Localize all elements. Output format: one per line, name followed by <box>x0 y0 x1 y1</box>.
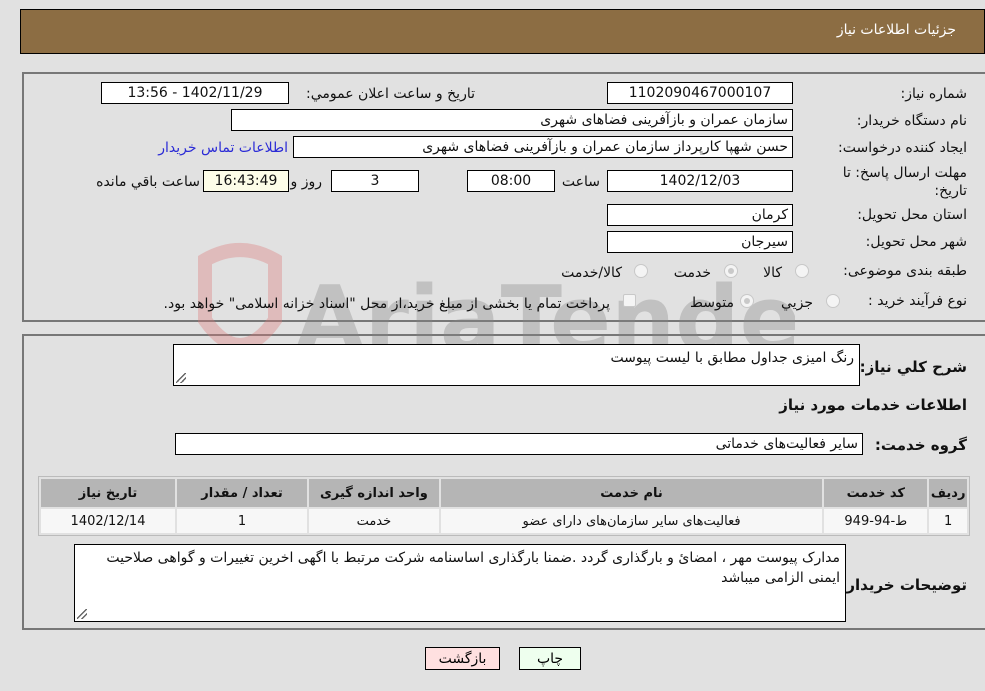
cell-quantity: 1 <box>177 509 307 533</box>
service-group-field[interactable]: سایر فعالیت‌های خدماتی <box>175 433 863 455</box>
description-text: رنگ امیزی جداول مطابق با لیست پیوست <box>610 350 854 366</box>
category-radio-service[interactable] <box>724 264 738 278</box>
process-option-medium: متوسط <box>690 295 734 311</box>
description-textarea[interactable]: رنگ امیزی جداول مطابق با لیست پیوست <box>173 344 860 386</box>
category-option-goods-service: کالا/خدمت <box>561 265 622 281</box>
category-radio-goods[interactable] <box>795 264 809 278</box>
page-header: جزئیات اطلاعات نیاز <box>20 9 985 54</box>
cell-service-name: فعالیت‌های سایر سازمان‌های دارای عضو <box>440 509 823 533</box>
buyer-notes-textarea[interactable]: مدارک پیوست مهر ، امضائ و بارگذاری گردد … <box>74 544 846 622</box>
need-number-label: شماره نیاز: <box>900 86 968 102</box>
announce-label: تاریخ و ساعت اعلان عمومي: <box>306 86 475 102</box>
deadline-time-label: ساعت <box>561 174 600 190</box>
col-quantity: تعداد / مقدار <box>177 479 307 507</box>
need-number-field[interactable]: 1102090467000107 <box>607 82 793 104</box>
back-button[interactable]: بازگشت <box>425 647 500 670</box>
category-option-service: خدمت <box>673 265 711 281</box>
process-option-minor: جزيي <box>781 295 813 311</box>
resize-grip-icon[interactable] <box>77 609 87 619</box>
treasury-checkbox[interactable] <box>623 294 636 307</box>
creator-field[interactable]: حسن شهپا کارپرداز سازمان عمران و بازآفری… <box>293 136 793 158</box>
province-label: استان محل تحویل: <box>857 207 967 223</box>
col-unit: واحد اندازه گیری <box>308 479 439 507</box>
services-table: ردیف کد خدمت نام خدمت واحد اندازه گیری ت… <box>38 476 970 536</box>
cell-unit: خدمت <box>308 509 439 533</box>
days-label: روز و <box>290 174 323 190</box>
category-option-goods: کالا <box>763 265 782 281</box>
buyer-contact-link[interactable]: اطلاعات تماس خریدار <box>158 140 288 156</box>
page-title: جزئیات اطلاعات نیاز <box>836 22 956 38</box>
announce-datetime-field[interactable]: 1402/11/29 - 13:56 <box>101 82 289 104</box>
process-type-label: نوع فرآیند خرید : <box>868 293 967 309</box>
table-row: 1 ط-94-949 فعالیت‌های سایر سازمان‌های دا… <box>41 509 967 533</box>
city-label: شهر محل تحویل: <box>865 234 967 250</box>
remaining-label: ساعت باقي مانده <box>96 174 200 190</box>
cell-need-date: 1402/12/14 <box>41 509 176 533</box>
buyer-org-field[interactable]: سازمان عمران و بازآفرینی فضاهای شهری <box>231 109 793 131</box>
deadline-date-field[interactable]: 1402/12/03 <box>607 170 793 192</box>
services-section-title: اطلاعات خدمات مورد نیاز <box>779 396 967 414</box>
city-field[interactable]: سیرجان <box>607 231 793 253</box>
buyer-notes-text: مدارک پیوست مهر ، امضائ و بارگذاری گردد … <box>106 550 840 586</box>
resize-grip-icon[interactable] <box>176 373 186 383</box>
buyer-notes-label: توضیحات خریدار: <box>840 576 967 594</box>
deadline-time-field[interactable]: 08:00 <box>467 170 555 192</box>
remaining-time-field[interactable]: 16:43:49 <box>203 170 289 192</box>
process-radio-minor[interactable] <box>826 294 840 308</box>
col-row-number: ردیف <box>929 479 967 507</box>
col-need-date: تاریخ نیاز <box>41 479 176 507</box>
treasury-note: پرداخت تمام یا بخشی از مبلغ خرید،از محل … <box>163 296 610 312</box>
col-service-name: نام خدمت <box>440 479 823 507</box>
service-group-label: گروه خدمت: <box>874 436 967 454</box>
days-remaining-field[interactable]: 3 <box>331 170 419 192</box>
deadline-label: مهلت ارسال پاسخ: تا تاریخ: <box>842 165 967 199</box>
cell-service-code: ط-94-949 <box>824 509 928 533</box>
category-radio-goods-service[interactable] <box>634 264 648 278</box>
process-radio-medium[interactable] <box>740 294 754 308</box>
cell-row-number: 1 <box>929 509 967 533</box>
print-button[interactable]: چاپ <box>519 647 581 670</box>
province-field[interactable]: کرمان <box>607 204 793 226</box>
table-header-row: ردیف کد خدمت نام خدمت واحد اندازه گیری ت… <box>41 479 967 507</box>
description-label: شرح کلي نیاز: <box>859 358 967 376</box>
col-service-code: کد خدمت <box>824 479 928 507</box>
buyer-org-label: نام دستگاه خریدار: <box>856 113 967 129</box>
category-label: طبقه بندی موضوعی: <box>843 263 967 279</box>
creator-label: ایجاد کننده درخواست: <box>838 140 967 156</box>
